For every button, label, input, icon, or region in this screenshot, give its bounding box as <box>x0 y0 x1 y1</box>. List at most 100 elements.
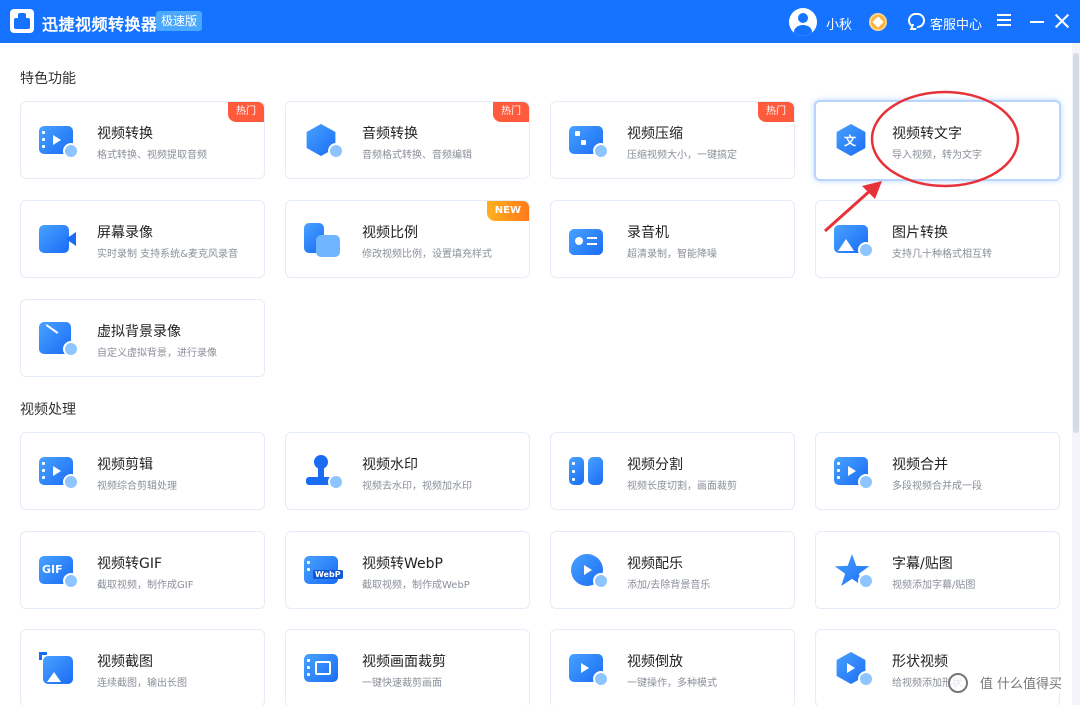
card-shape-video[interactable]: 形状视频 给视频添加形状 <box>815 629 1060 705</box>
card-title: 屏幕录像 <box>97 225 153 241</box>
card-desc: 视频长度切割，画面裁剪 <box>627 481 737 492</box>
card-title: 视频剪辑 <box>97 457 153 473</box>
card-desc: 添加/去除背景音乐 <box>627 580 711 591</box>
card-video-music[interactable]: 视频配乐 添加/去除背景音乐 <box>550 531 795 609</box>
card-virtual-bg-record[interactable]: 虚拟背景录像 自定义虚拟背景，进行录像 <box>20 299 265 377</box>
new-badge: NEW <box>486 201 529 221</box>
card-video-compress[interactable]: 视频压缩 压缩视频大小，一键搞定 热门 <box>550 101 795 179</box>
virtual-bg-icon <box>39 322 79 357</box>
card-video-gif[interactable]: GIF 视频转GIF 截取视频，制作成GIF <box>20 531 265 609</box>
card-video-watermark[interactable]: 视频水印 视频去水印，视频加水印 <box>285 432 530 510</box>
vertical-scrollbar[interactable] <box>1072 43 1080 705</box>
card-video-convert[interactable]: 视频转换 格式转换、视频提取音频 热门 <box>20 101 265 179</box>
hot-badge: 热门 <box>493 102 529 122</box>
video-gif-icon: GIF <box>39 554 79 589</box>
card-title: 视频配乐 <box>627 556 683 572</box>
card-title: 录音机 <box>627 225 669 241</box>
card-title: 视频压缩 <box>627 126 683 142</box>
video-split-icon <box>569 455 607 489</box>
video-watermark-icon <box>304 455 344 490</box>
edition-badge: 极速版 <box>156 11 203 31</box>
card-desc: 导入视频，转为文字 <box>892 150 982 161</box>
menu-icon[interactable] <box>997 14 1011 28</box>
hot-badge: 热门 <box>758 102 794 122</box>
customer-service-button[interactable]: 客服中心 <box>930 14 982 33</box>
video-compress-icon <box>569 124 609 159</box>
card-video-edit[interactable]: 视频剪辑 视频综合剪辑处理 <box>20 432 265 510</box>
card-desc: 自定义虚拟背景，进行录像 <box>97 348 217 359</box>
card-desc: 视频去水印，视频加水印 <box>362 481 472 492</box>
card-title: 视频转WebP <box>362 556 443 572</box>
card-video-to-text[interactable]: 文 视频转文字 导入视频，转为文字 <box>814 100 1061 181</box>
card-title: 字幕/贴图 <box>892 556 953 572</box>
gif-label: GIF <box>42 563 63 576</box>
text-glyph: 文 <box>844 134 857 148</box>
recorder-icon <box>569 223 607 257</box>
arrow-head <box>862 181 882 199</box>
video-crop-icon <box>304 652 342 686</box>
card-desc: 多段视频合并成一段 <box>892 481 982 492</box>
username[interactable]: 小秋 <box>826 14 852 33</box>
audio-convert-icon <box>304 124 344 159</box>
card-title: 视频比例 <box>362 225 418 241</box>
card-desc: 一键操作，多种模式 <box>627 678 717 689</box>
app-title: 迅捷视频转换器 <box>42 15 158 34</box>
card-desc: 压缩视频大小，一键搞定 <box>627 150 737 161</box>
card-title: 形状视频 <box>892 654 948 670</box>
card-desc: 支持几十种格式相互转 <box>892 249 992 260</box>
close-icon[interactable] <box>1054 13 1070 29</box>
hot-badge: 热门 <box>228 102 264 122</box>
section-title-video-processing: 视频处理 <box>20 402 76 418</box>
shape-video-icon <box>834 652 874 687</box>
video-ratio-icon <box>304 223 342 257</box>
webp-label: WebP <box>313 570 343 579</box>
card-desc: 视频综合剪辑处理 <box>97 481 177 492</box>
card-audio-convert[interactable]: 音频转换 音频格式转换、音频编辑 热门 <box>285 101 530 179</box>
card-video-screenshot[interactable]: 视频截图 连续截图，输出长图 <box>20 629 265 705</box>
minimize-icon[interactable] <box>1030 21 1044 23</box>
image-convert-icon <box>834 223 874 258</box>
card-recorder[interactable]: 录音机 超清录制，智能降噪 <box>550 200 795 278</box>
video-reverse-icon <box>569 652 609 687</box>
title-bar: 迅捷视频转换器 极速版 小秋 客服中心 <box>0 0 1080 43</box>
video-to-text-icon: 文 <box>834 124 872 158</box>
app-logo-icon <box>10 9 34 33</box>
watermark: 值 什么值得买 <box>975 672 1066 693</box>
card-desc: 视频添加字幕/贴图 <box>892 580 976 591</box>
video-convert-icon <box>39 124 79 159</box>
card-video-webp[interactable]: WebP 视频转WebP 截取视频，制作成WebP <box>285 531 530 609</box>
card-video-split[interactable]: 视频分割 视频长度切割，画面裁剪 <box>550 432 795 510</box>
card-video-crop[interactable]: 视频画面裁剪 一键快速裁剪画面 <box>285 629 530 705</box>
card-video-ratio[interactable]: 视频比例 修改视频比例，设置填充样式 NEW <box>285 200 530 278</box>
card-title: 视频截图 <box>97 654 153 670</box>
video-music-icon <box>569 554 609 589</box>
card-video-reverse[interactable]: 视频倒放 一键操作，多种模式 <box>550 629 795 705</box>
star-icon <box>834 554 874 589</box>
card-screen-record[interactable]: 屏幕录像 实时录制 支持系统&麦克风录音 <box>20 200 265 278</box>
vip-icon[interactable] <box>869 13 887 31</box>
card-title: 音频转换 <box>362 126 418 142</box>
card-subtitle-sticker[interactable]: 字幕/贴图 视频添加字幕/贴图 <box>815 531 1060 609</box>
card-title: 视频倒放 <box>627 654 683 670</box>
user-avatar-icon[interactable] <box>789 8 817 36</box>
card-desc: 一键快速裁剪画面 <box>362 678 442 689</box>
card-title: 视频转GIF <box>97 556 163 572</box>
card-video-merge[interactable]: 视频合并 多段视频合并成一段 <box>815 432 1060 510</box>
watermark-logo-icon <box>948 673 968 693</box>
chat-bubble-icon[interactable] <box>908 13 925 28</box>
video-edit-icon <box>39 455 79 490</box>
section-title-featured: 特色功能 <box>20 71 76 87</box>
video-merge-icon <box>834 455 874 490</box>
card-desc: 实时录制 支持系统&麦克风录音 <box>97 249 238 260</box>
card-desc: 连续截图，输出长图 <box>97 678 187 689</box>
scroll-thumb[interactable] <box>1073 53 1079 433</box>
card-image-convert[interactable]: 图片转换 支持几十种格式相互转 <box>815 200 1060 278</box>
card-title: 视频画面裁剪 <box>362 654 446 670</box>
card-title: 图片转换 <box>892 225 948 241</box>
card-title: 视频水印 <box>362 457 418 473</box>
card-desc: 超清录制，智能降噪 <box>627 249 717 260</box>
card-desc: 截取视频，制作成WebP <box>362 580 470 591</box>
screen-record-icon <box>39 223 77 257</box>
card-desc: 修改视频比例，设置填充样式 <box>362 249 492 260</box>
video-webp-icon: WebP <box>304 554 343 588</box>
